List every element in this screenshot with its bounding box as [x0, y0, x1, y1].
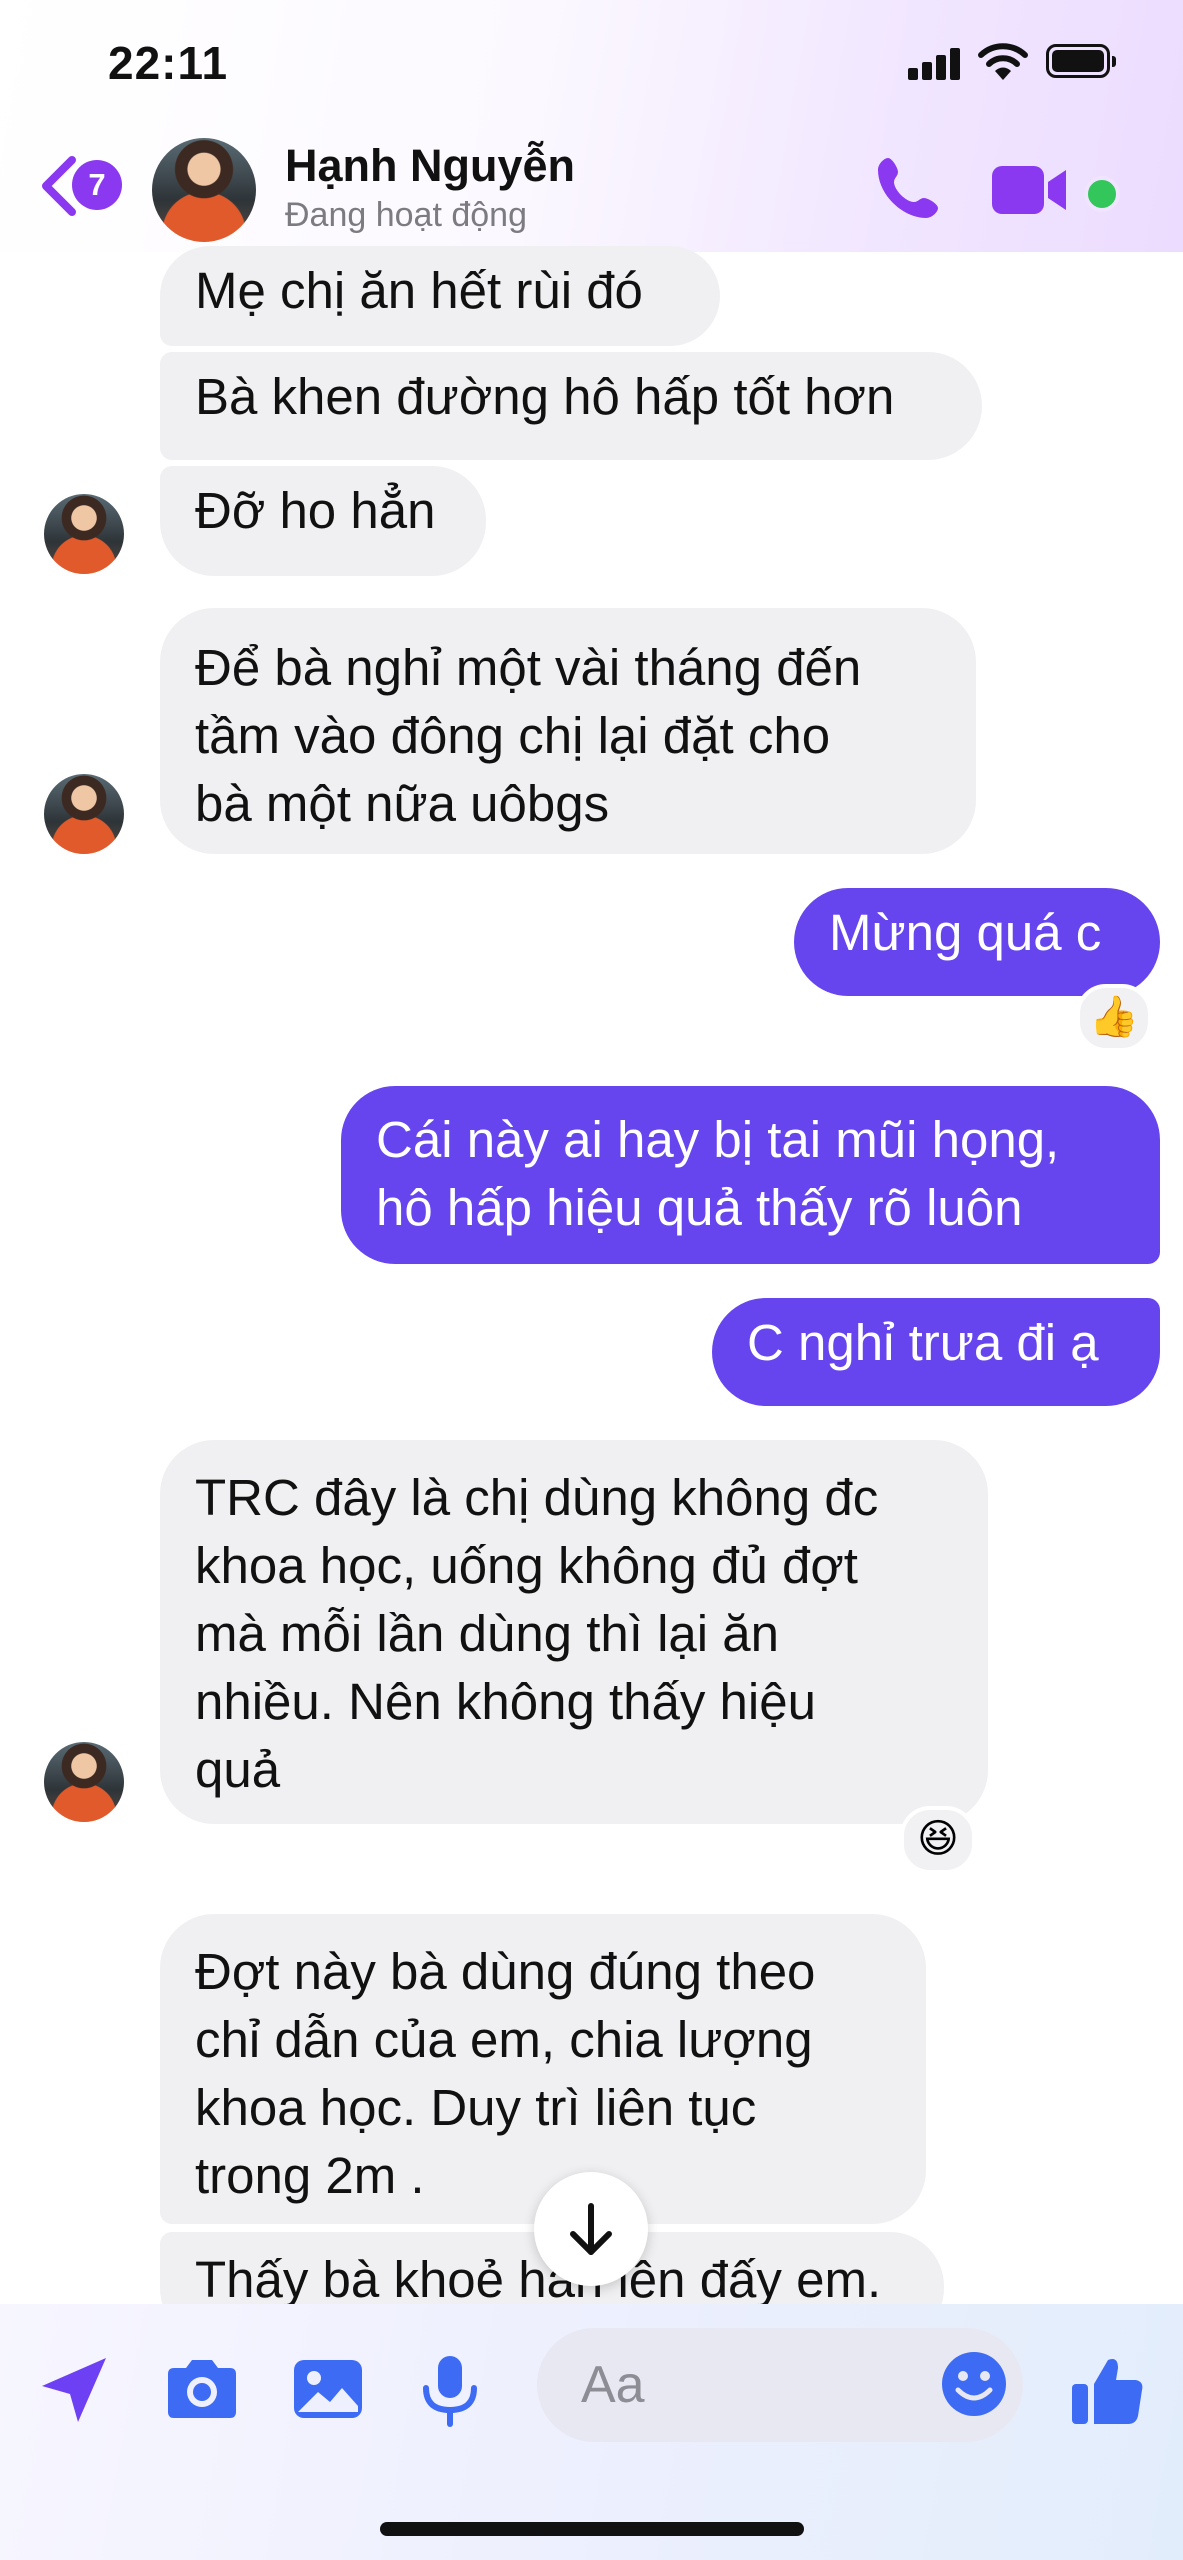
online-indicator — [1084, 176, 1120, 212]
sender-avatar — [44, 1742, 124, 1822]
sender-avatar — [44, 494, 124, 574]
home-indicator — [380, 2522, 804, 2536]
incoming-message[interactable]: Đợt này bà dùng đúng theo chỉ dẫn của em… — [160, 1914, 926, 2224]
phone-icon[interactable] — [872, 152, 944, 224]
thumbs-up-reaction[interactable]: 👍 — [1076, 984, 1152, 1052]
status-time: 22:11 — [108, 37, 229, 89]
arrow-down-icon — [570, 2203, 612, 2255]
incoming-message[interactable]: Đỡ ho hẳn — [160, 466, 486, 576]
camera-icon[interactable] — [162, 2350, 242, 2430]
video-camera-icon[interactable] — [992, 162, 1072, 218]
wifi-icon — [978, 43, 1028, 80]
incoming-message[interactable]: Để bà nghỉ một vài tháng đến tầm vào đôn… — [160, 608, 976, 854]
scroll-to-bottom-button[interactable] — [534, 2172, 648, 2286]
chevron-left-icon — [42, 156, 76, 216]
incoming-message[interactable]: Mẹ chị ăn hết rùi đó — [160, 246, 720, 346]
send-location-icon[interactable] — [34, 2350, 114, 2430]
outgoing-message[interactable]: Cái này ai hay bị tai mũi họng, hô hấp h… — [341, 1086, 1160, 1264]
contact-avatar[interactable] — [152, 138, 256, 242]
outgoing-message[interactable]: C nghỉ trưa đi ạ — [712, 1298, 1160, 1406]
outgoing-message[interactable]: Mừng quá c — [794, 888, 1160, 996]
microphone-icon[interactable] — [410, 2350, 490, 2430]
presence-status: Đang hoạt động — [285, 196, 527, 234]
incoming-message[interactable]: Bà khen đường hô hấp tốt hơn — [160, 352, 982, 460]
cellular-signal-icon — [908, 46, 962, 80]
contact-name[interactable]: Hạnh Nguyễn — [285, 140, 575, 192]
laughing-reaction[interactable]: 😆 — [900, 1806, 976, 1874]
incoming-message[interactable]: TRC đây là chị dùng không đc khoa học, u… — [160, 1440, 988, 1824]
unread-count-badge: 7 — [72, 160, 122, 210]
thumbs-up-icon[interactable] — [1068, 2350, 1148, 2430]
smile-icon[interactable] — [934, 2344, 1014, 2424]
battery-icon — [1046, 44, 1116, 78]
sender-avatar — [44, 774, 124, 854]
photo-icon[interactable] — [288, 2350, 368, 2430]
